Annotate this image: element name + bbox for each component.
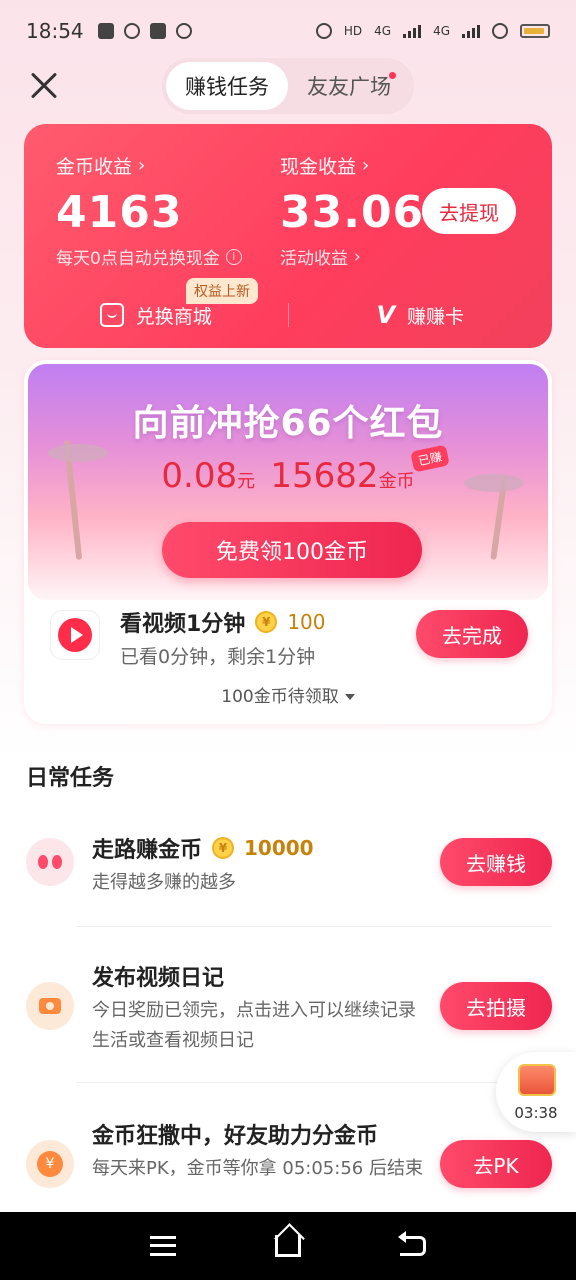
shoot-video-button[interactable]: 去拍摄 — [440, 982, 552, 1030]
coin-note-row: 每天0点自动兑换现金 i — [56, 244, 242, 269]
camera-icon — [26, 982, 74, 1030]
task-title: 走路赚金币 — [92, 838, 203, 863]
cash-earnings[interactable]: 现金收益 › 33.06 活动收益 › — [280, 152, 424, 269]
redpack-banner[interactable]: 向前冲抢66个红包 0.08元 15682金币 已赚 免费领100金币 — [28, 364, 548, 600]
withdraw-button[interactable]: 去提现 — [422, 188, 516, 234]
redpack-card: 向前冲抢66个红包 0.08元 15682金币 已赚 免费领100金币 看视频1… — [24, 360, 552, 724]
caret-down-icon — [344, 694, 355, 700]
cash-earnings-label: 现金收益 — [280, 156, 357, 178]
treasure-chest-icon — [518, 1064, 556, 1096]
tab-friends-square[interactable]: 友友广场 — [288, 62, 410, 110]
signal-2-icon — [462, 24, 480, 38]
cash-note: 活动收益 — [280, 249, 348, 269]
signal-1-icon — [403, 24, 422, 38]
video-task-title: 看视频1分钟 — [120, 612, 246, 637]
video-task-subtitle: 已看0分钟，剩余1分钟 — [120, 646, 316, 668]
play-icon — [58, 618, 92, 652]
coin-icon: ¥ — [255, 611, 278, 633]
task-title: 发布视频日记 — [92, 966, 225, 991]
redpack-title: 向前冲抢66个红包 — [132, 403, 444, 444]
video-task: 看视频1分钟 ¥ 100 已看0分钟，剩余1分钟 去完成 100金币待领取 — [24, 596, 552, 716]
tab-switcher: 赚钱任务 友友广场 — [162, 58, 414, 114]
daily-task-video-diary: 发布视频日记 今日奖励已领完，点击进入可以继续记录生活或查看视频日记 去拍摄 — [0, 958, 576, 1086]
chevron-right-icon: › — [138, 155, 146, 176]
footprints-icon — [26, 838, 74, 886]
yen-coin-icon: ¥ — [26, 1140, 74, 1188]
notification-dot — [389, 72, 396, 79]
pk-button[interactable]: 去PK — [440, 1140, 552, 1188]
exchange-shop-link[interactable]: 兑换商城 — [24, 302, 288, 329]
daily-task-walk: 走路赚金币 ¥ 10000 走得越多赚的越多 去赚钱 — [0, 830, 576, 930]
v-card-icon: V — [376, 301, 396, 329]
sim-icon — [97, 23, 114, 39]
cash-earnings-label-row: 现金收益 › — [280, 152, 424, 179]
treasure-countdown: 03:38 — [514, 1104, 558, 1122]
task-title: 金币狂撒中，好友助力分金币 — [92, 1124, 379, 1149]
coin-earnings[interactable]: 金币收益 › 4163 每天0点自动兑换现金 i — [56, 152, 242, 269]
chevron-right-icon: › — [362, 155, 370, 176]
info-icon[interactable]: i — [225, 248, 242, 265]
coin-earnings-value: 4163 — [56, 187, 183, 238]
coin-earnings-label: 金币收益 — [56, 156, 133, 178]
earn-money-button[interactable]: 去赚钱 — [440, 838, 552, 886]
task-subtitle: 每天来PK，金币等你拿 05:05:56 后结束 — [92, 1158, 423, 1179]
free-coins-button[interactable]: 免费领100金币 — [162, 522, 422, 578]
treasure-box-widget[interactable]: 03:38 — [496, 1052, 576, 1132]
video-app-icon — [50, 610, 100, 660]
notification-icons — [97, 23, 192, 39]
exchange-shop-label: 兑换商城 — [135, 305, 212, 328]
earn-card-label: 赚赚卡 — [407, 305, 465, 328]
home-icon[interactable] — [274, 1235, 301, 1257]
video-task-title-row: 看视频1分钟 ¥ 100 — [120, 606, 326, 638]
signal-1-label: 4G — [374, 24, 392, 38]
close-icon[interactable] — [24, 66, 64, 106]
system-icons: HD 4G 4G — [315, 23, 550, 39]
menu-icon[interactable] — [149, 1236, 176, 1256]
task-coin-amount: 10000 — [244, 836, 314, 860]
new-rights-badge: 权益上新 — [186, 278, 258, 304]
daily-tasks-title: 日常任务 — [26, 766, 115, 791]
divider — [76, 926, 552, 927]
video-task-coin-amount: 100 — [287, 610, 326, 634]
coin-value: 15682 — [270, 456, 379, 496]
hd-label: HD — [343, 24, 363, 38]
wechat-icon — [175, 23, 192, 39]
app-notification-icon — [123, 23, 140, 39]
tab-label: 友友广场 — [307, 75, 391, 99]
task-subtitle: 今日奖励已领完，点击进入可以继续记录生活或查看视频日记 — [92, 1000, 416, 1051]
wifi-icon — [492, 23, 508, 39]
system-nav-bar — [0, 1212, 576, 1280]
alarm-icon — [315, 23, 332, 39]
battery-icon — [520, 24, 550, 38]
divider — [76, 1082, 552, 1083]
coin-earnings-label-row: 金币收益 › — [56, 152, 242, 179]
cash-earnings-value: 33.06 — [280, 187, 425, 238]
coin-note: 每天0点自动兑换现金 — [56, 249, 220, 269]
tab-label: 赚钱任务 — [185, 75, 269, 99]
task-title-row: 走路赚金币 ¥ 10000 — [92, 832, 314, 864]
task-subtitle: 走得越多赚的越多 — [92, 872, 236, 893]
tab-earn-tasks[interactable]: 赚钱任务 — [166, 62, 288, 110]
status-time: 18:54 — [26, 19, 84, 43]
earnings-links: 兑换商城 V 赚赚卡 — [24, 282, 552, 348]
signal-2-label: 4G — [433, 24, 450, 38]
chevron-right-icon: › — [354, 246, 361, 267]
earnings-card: 金币收益 › 4163 每天0点自动兑换现金 i 现金收益 › 33.06 活动… — [24, 124, 552, 348]
back-icon[interactable] — [398, 1231, 427, 1256]
pending-coins-label: 100金币待领取 — [221, 687, 339, 707]
yuan-unit: 元 — [237, 471, 256, 492]
top-nav: 赚钱任务 友友广场 — [0, 58, 576, 114]
status-bar: 18:54 HD 4G 4G — [0, 0, 576, 62]
cash-note-row[interactable]: 活动收益 › — [280, 244, 424, 270]
earn-card-link[interactable]: V 赚赚卡 — [289, 301, 553, 329]
tiktok-icon — [149, 23, 166, 39]
shop-bag-icon — [99, 303, 124, 327]
yuan-value: 0.08 — [161, 456, 238, 496]
complete-task-button[interactable]: 去完成 — [416, 610, 528, 658]
redpack-amounts: 0.08元 15682金币 — [28, 456, 548, 496]
coin-unit: 金币 — [378, 471, 415, 492]
daily-task-pk: ¥ 金币狂撒中，好友助力分金币 每天来PK，金币等你拿 05:05:56 后结束… — [0, 1116, 576, 1216]
coin-icon: ¥ — [212, 837, 235, 859]
pending-coins-toggle[interactable]: 100金币待领取 — [24, 682, 552, 707]
